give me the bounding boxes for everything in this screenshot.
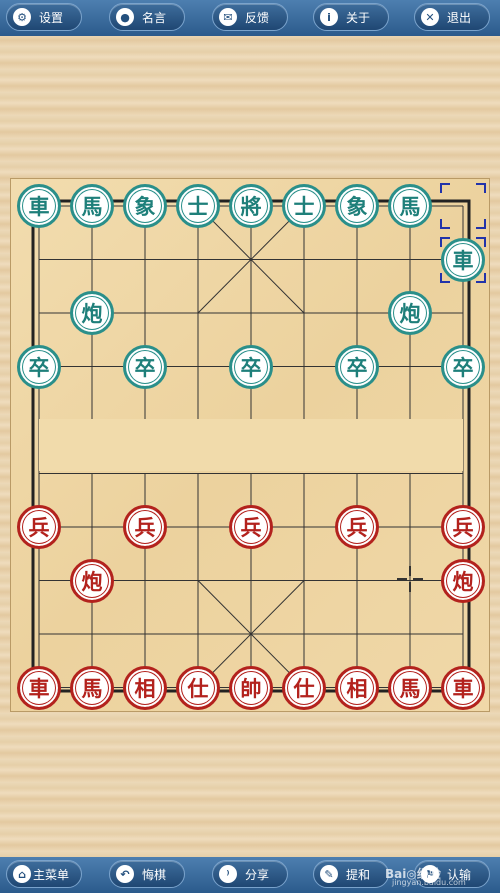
top-menu-bar: ⚙ 设置 ● 名言 ✉ 反馈 i 关于 ✕ 退出 xyxy=(0,0,500,36)
exit-label: 退出 xyxy=(446,10,471,25)
red-piece[interactable]: 兵 xyxy=(123,505,167,549)
black-piece[interactable]: 卒 xyxy=(441,344,485,389)
mail-icon: ✉ xyxy=(219,8,237,26)
red-piece[interactable]: 帥 xyxy=(229,665,273,710)
gear-icon: ⚙ xyxy=(13,8,31,26)
about-button[interactable]: i 关于 xyxy=(313,3,389,31)
black-piece[interactable]: 炮 xyxy=(70,291,114,335)
home-icon: ⌂ xyxy=(13,865,31,883)
main-menu-button[interactable]: ⌂ 主菜单 xyxy=(6,860,82,888)
black-piece[interactable]: 卒 xyxy=(123,344,167,389)
undo-button[interactable]: ↶ 悔棋 xyxy=(109,860,185,888)
last-move-from-marker xyxy=(440,183,486,229)
quotes-button[interactable]: ● 名言 xyxy=(109,3,185,31)
main-menu-label: 主菜单 xyxy=(32,867,69,882)
rss-icon: ⁾ xyxy=(219,865,237,883)
red-piece[interactable]: 仕 xyxy=(176,665,220,710)
feedback-button[interactable]: ✉ 反馈 xyxy=(212,3,288,31)
settings-label: 设置 xyxy=(38,10,63,25)
board-grid xyxy=(31,199,471,693)
xiangqi-board[interactable]: 車馬象士將士象馬車炮炮卒卒卒卒卒兵兵兵兵兵炮炮車馬相仕帥仕相馬車 xyxy=(10,178,490,712)
crosshair-marker xyxy=(397,566,423,592)
black-piece[interactable]: 卒 xyxy=(17,344,61,389)
share-button[interactable]: ⁾ 分享 xyxy=(212,860,288,888)
black-piece[interactable]: 將 xyxy=(229,184,273,228)
settings-button[interactable]: ⚙ 设置 xyxy=(6,3,82,31)
red-piece[interactable]: 兵 xyxy=(17,505,61,549)
undo-icon: ↶ xyxy=(116,865,134,883)
red-piece[interactable]: 馬 xyxy=(70,665,114,710)
close-icon: ✕ xyxy=(421,8,439,26)
share-label: 分享 xyxy=(244,867,269,882)
black-piece[interactable]: 象 xyxy=(335,184,379,228)
red-piece[interactable]: 炮 xyxy=(441,558,485,603)
black-piece[interactable]: 象 xyxy=(123,184,167,228)
about-label: 关于 xyxy=(345,10,370,25)
red-piece[interactable]: 兵 xyxy=(441,505,485,549)
river xyxy=(39,419,463,471)
red-piece[interactable]: 相 xyxy=(123,665,167,710)
exit-button[interactable]: ✕ 退出 xyxy=(414,3,490,31)
undo-label: 悔棋 xyxy=(141,867,166,882)
offer-draw-label: 提和 xyxy=(345,867,370,882)
info-icon: i xyxy=(320,8,338,26)
speech-bubble-icon: ● xyxy=(116,8,134,26)
red-piece[interactable]: 馬 xyxy=(388,665,432,710)
quotes-label: 名言 xyxy=(141,10,166,25)
last-move-to-marker xyxy=(440,236,486,283)
black-piece[interactable]: 馬 xyxy=(70,184,114,228)
red-piece[interactable]: 炮 xyxy=(70,558,114,603)
red-piece[interactable]: 兵 xyxy=(335,505,379,549)
black-piece[interactable]: 士 xyxy=(282,184,326,228)
black-piece[interactable]: 馬 xyxy=(388,184,432,228)
pencil-icon: ✎ xyxy=(320,865,338,883)
red-piece[interactable]: 仕 xyxy=(282,665,326,710)
black-piece[interactable]: 卒 xyxy=(335,344,379,389)
red-piece[interactable]: 車 xyxy=(441,665,485,710)
black-piece[interactable]: 車 xyxy=(17,184,61,228)
red-piece[interactable]: 相 xyxy=(335,665,379,710)
red-piece[interactable]: 車 xyxy=(17,665,61,710)
black-piece[interactable]: 炮 xyxy=(388,291,432,335)
black-piece[interactable]: 卒 xyxy=(229,344,273,389)
feedback-label: 反馈 xyxy=(244,10,269,25)
black-piece[interactable]: 士 xyxy=(176,184,220,228)
offer-draw-button[interactable]: ✎ 提和 xyxy=(313,860,389,888)
red-piece[interactable]: 兵 xyxy=(229,505,273,549)
watermark-url: jingyan.baidu.com xyxy=(392,878,466,887)
